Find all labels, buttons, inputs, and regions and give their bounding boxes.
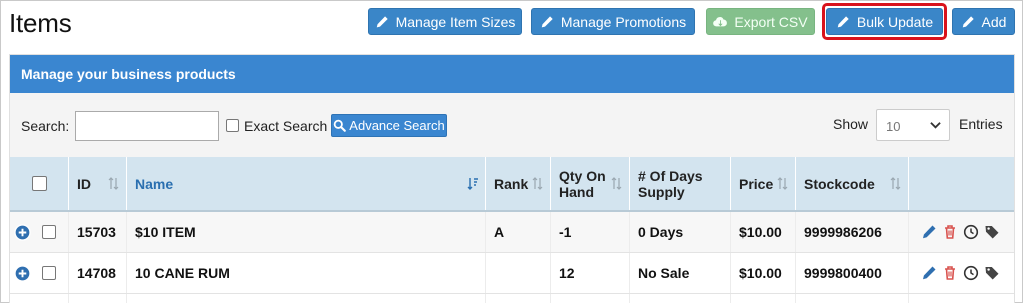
table-row[interactable]: 15703 $10 ITEM A -1 0 Days $10.00 999998…	[10, 212, 1014, 253]
search-input[interactable]	[75, 111, 219, 141]
column-header-stockcode-label: Stockcode	[804, 175, 875, 192]
sort-icon	[890, 177, 901, 190]
pencil-icon[interactable]	[921, 265, 937, 281]
pencil-icon	[962, 15, 974, 27]
sort-down-icon	[467, 178, 478, 190]
table-row[interactable]: 14708 10 CANE RUM 12 No Sale $10.00 9999…	[10, 253, 1014, 294]
exact-search-checkbox[interactable]	[226, 119, 239, 132]
tag-icon[interactable]	[984, 265, 1000, 281]
cell-name: $10 ITEM	[127, 212, 486, 252]
table-header: ID Name Rank Qty On Hand # Of Days Supply …	[10, 157, 1014, 212]
pencil-icon[interactable]	[921, 224, 937, 240]
column-header-stockcode[interactable]: Stockcode	[796, 157, 909, 210]
select-all-checkbox[interactable]	[31, 176, 47, 191]
trash-icon[interactable]	[942, 265, 958, 281]
pencil-icon	[541, 15, 553, 27]
partial-cell	[731, 294, 796, 303]
partial-cell	[10, 294, 69, 303]
row-select-cell	[10, 212, 69, 252]
cell-rank: A	[486, 212, 551, 252]
show-label: Show	[833, 116, 869, 132]
column-header-id-label: ID	[77, 175, 91, 192]
page-title: Items	[9, 8, 72, 38]
row-actions	[921, 265, 1000, 281]
cloud-download-icon	[713, 16, 728, 26]
sort-icon	[611, 177, 622, 190]
panel-heading: Manage your business products	[10, 55, 1014, 93]
column-header-id[interactable]: ID	[69, 157, 127, 210]
column-header-name-label: Name	[135, 175, 174, 192]
sort-icon	[777, 177, 788, 190]
cell-stockcode: 9999986206	[796, 212, 909, 252]
search-icon	[334, 119, 347, 132]
column-header-qty-on-hand[interactable]: Qty On Hand	[551, 157, 630, 210]
entries-select[interactable]: 10	[876, 109, 950, 141]
column-header-rank-label: Rank	[494, 175, 529, 192]
cell-rank	[486, 253, 551, 293]
cell-days-supply: No Sale	[630, 253, 731, 293]
row-actions	[921, 224, 1000, 240]
manage-promotions-button[interactable]: Manage Promotions	[531, 8, 695, 35]
add-button[interactable]: Add	[952, 8, 1015, 35]
sort-icon	[108, 177, 119, 190]
cell-price: $10.00	[731, 212, 796, 252]
manage-promotions-label: Manage Promotions	[560, 13, 687, 30]
column-header-name[interactable]: Name	[127, 157, 486, 210]
exact-search-label: Exact Search	[244, 118, 328, 134]
chevron-down-icon	[930, 122, 941, 129]
advance-search-button[interactable]: Advance Search	[331, 114, 447, 137]
export-csv-button[interactable]: Export CSV	[706, 8, 815, 35]
products-panel: Manage your business products Search: Ex…	[9, 54, 1015, 303]
search-label: Search:	[21, 118, 70, 134]
column-header-price-label: Price	[739, 175, 774, 192]
trash-icon[interactable]	[942, 224, 958, 240]
entries-select-value: 10	[886, 119, 901, 134]
partial-cell	[127, 294, 486, 303]
advance-search-label: Advance Search	[349, 118, 445, 133]
add-label: Add	[981, 13, 1007, 30]
select-all-cell	[10, 157, 69, 210]
sort-icon	[532, 177, 543, 190]
cell-id: 14708	[69, 253, 127, 293]
column-header-days-line2: Supply	[638, 183, 685, 200]
column-header-days-supply[interactable]: # Of Days Supply	[630, 157, 731, 210]
row-select-cell	[10, 253, 69, 293]
partial-cell	[796, 294, 909, 303]
manage-item-sizes-label: Manage Item Sizes	[395, 13, 516, 30]
column-header-actions	[909, 157, 1016, 210]
manage-item-sizes-button[interactable]: Manage Item Sizes	[368, 8, 522, 35]
partial-cell	[69, 294, 127, 303]
column-header-price[interactable]: Price	[731, 157, 796, 210]
partial-cell	[551, 294, 630, 303]
column-header-qty-line2: Hand	[559, 183, 594, 200]
partial-cell	[630, 294, 731, 303]
clock-icon[interactable]	[963, 265, 979, 281]
cell-qty: -1	[551, 212, 630, 252]
export-csv-label: Export CSV	[734, 13, 808, 30]
entries-label: Entries	[959, 116, 1003, 132]
table-row-partial	[10, 294, 1014, 303]
cell-id: 15703	[69, 212, 127, 252]
column-header-days-line1: # Of Days	[638, 167, 703, 184]
column-header-rank[interactable]: Rank	[486, 157, 551, 210]
tag-icon[interactable]	[984, 224, 1000, 240]
cell-stockcode: 9999800400	[796, 253, 909, 293]
partial-cell	[486, 294, 551, 303]
clock-icon[interactable]	[963, 224, 979, 240]
pencil-icon	[376, 15, 388, 27]
cell-days-supply: 0 Days	[630, 212, 731, 252]
bulk-update-highlight	[822, 3, 947, 40]
cell-name: 10 CANE RUM	[127, 253, 486, 293]
cell-qty: 12	[551, 253, 630, 293]
column-header-qty-line1: Qty On	[559, 167, 606, 184]
cell-price: $10.00	[731, 253, 796, 293]
